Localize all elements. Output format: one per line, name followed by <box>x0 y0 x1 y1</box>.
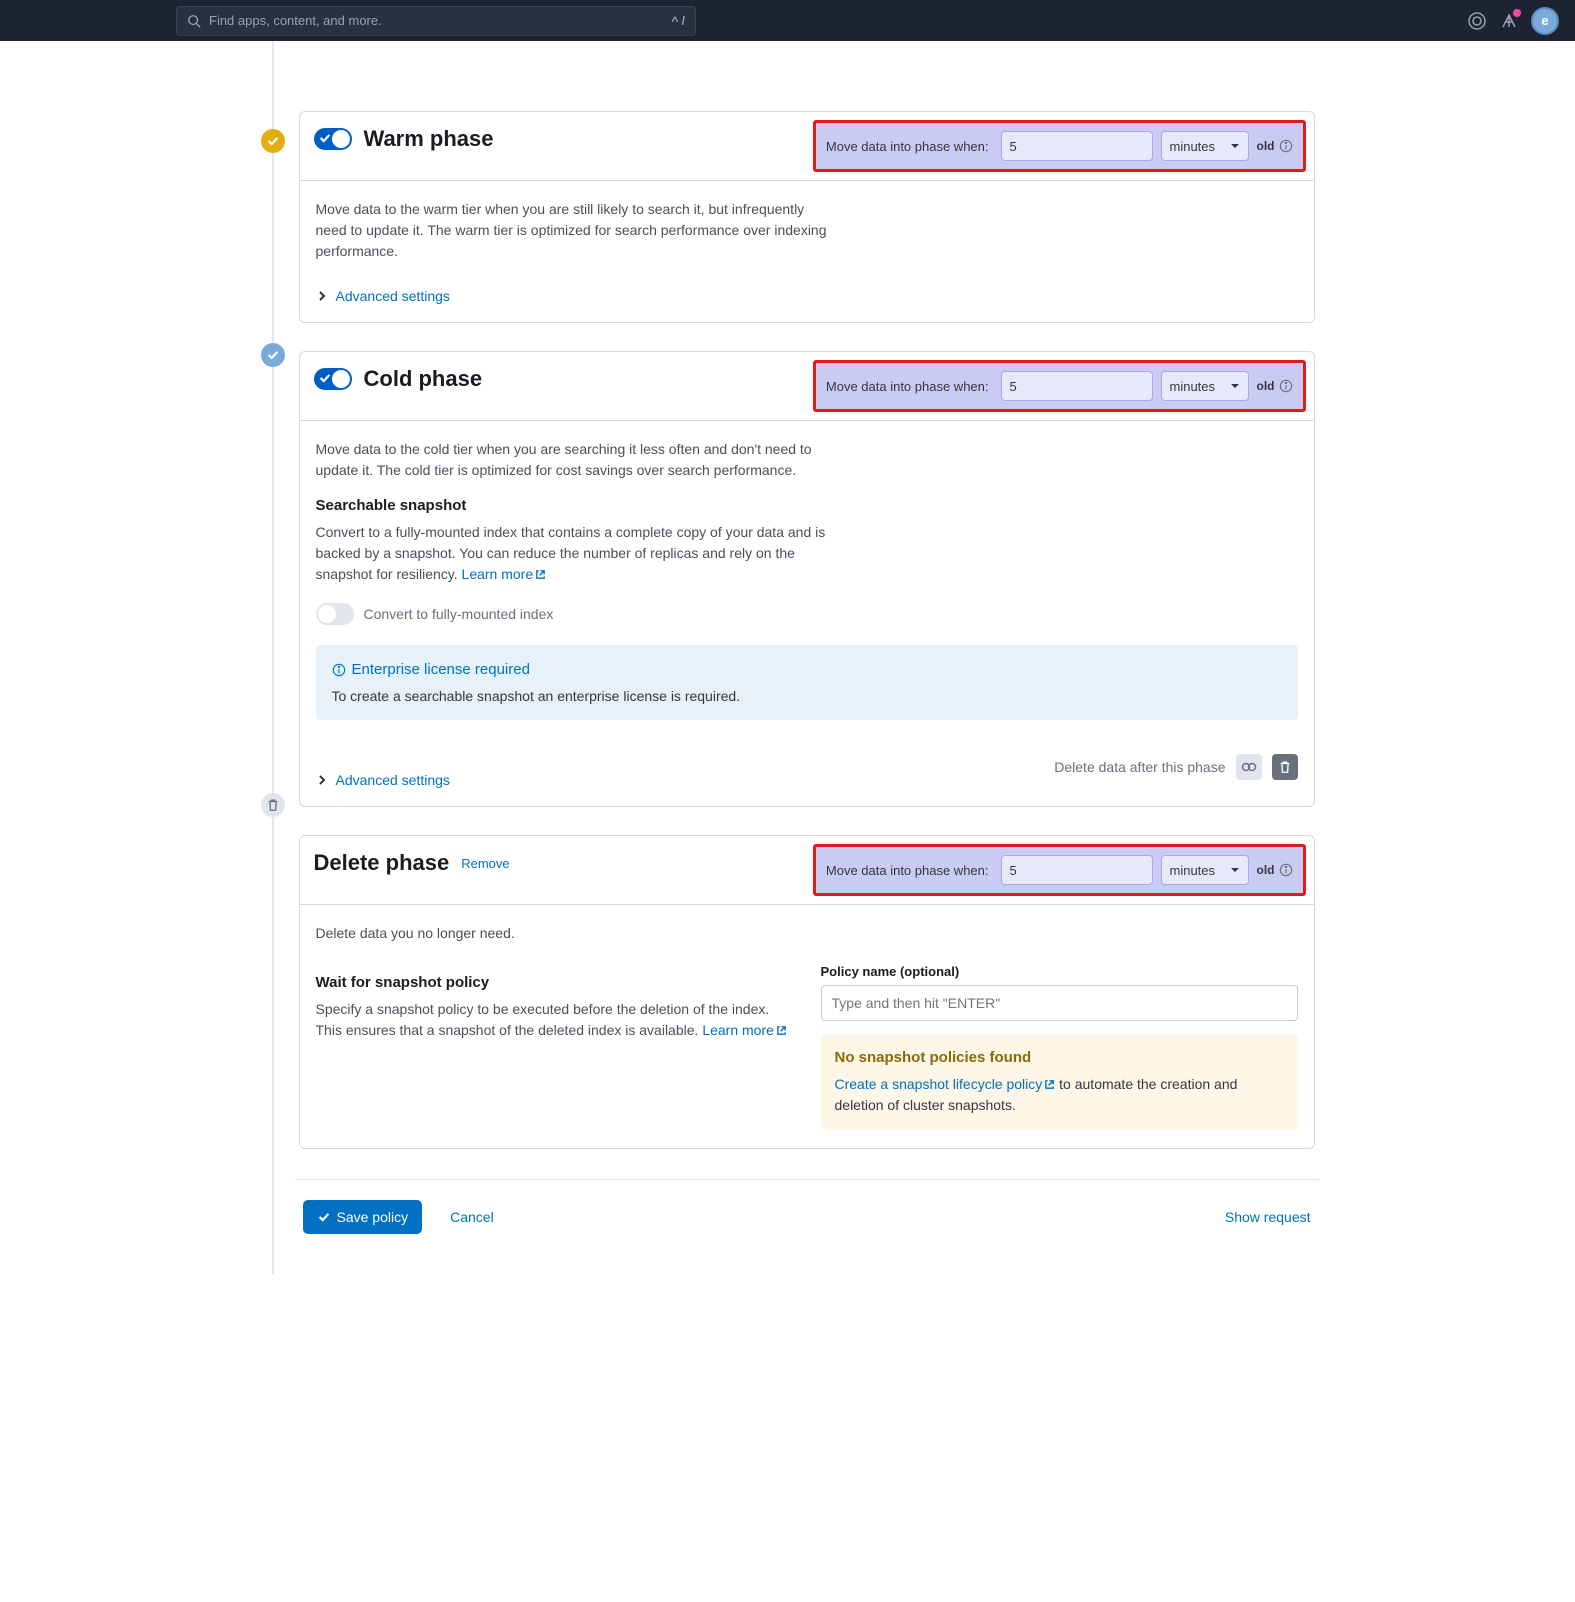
cold-unit-select[interactable]: minutes <box>1161 371 1249 401</box>
warm-adv-label: Advanced settings <box>336 288 450 304</box>
callout-title-text: Enterprise license required <box>352 661 530 678</box>
info-icon[interactable] <box>1279 863 1293 877</box>
check-icon <box>317 1210 331 1224</box>
warm-unit-label: minutes <box>1170 139 1216 154</box>
help-icon[interactable] <box>1467 11 1487 31</box>
convert-index-label: Convert to fully-mounted index <box>364 606 554 622</box>
delete-phase-card: Delete phase Remove Move data into phase… <box>299 835 1315 1149</box>
cold-advanced-settings-link[interactable]: Advanced settings <box>316 772 450 788</box>
keep-data-button[interactable] <box>1236 754 1262 780</box>
chevron-down-icon <box>1230 381 1240 391</box>
cold-adv-label: Advanced settings <box>336 772 450 788</box>
remove-delete-phase-link[interactable]: Remove <box>461 856 509 871</box>
cold-unit-label: minutes <box>1170 379 1216 394</box>
external-link-icon <box>535 569 546 580</box>
save-policy-button[interactable]: Save policy <box>303 1200 423 1234</box>
user-avatar[interactable]: e <box>1531 7 1559 35</box>
cold-phase-toggle[interactable] <box>314 368 352 390</box>
enterprise-license-callout: Enterprise license required To create a … <box>316 645 1298 720</box>
delete-move-data-box: Move data into phase when: minutes old <box>813 844 1306 896</box>
warm-phase-toggle[interactable] <box>314 128 352 150</box>
info-icon[interactable] <box>1279 379 1293 393</box>
external-link-icon <box>1044 1079 1055 1090</box>
delete-after-label: Delete data after this phase <box>1054 759 1225 775</box>
wait-snapshot-learn-more-link[interactable]: Learn more <box>702 1022 787 1038</box>
policy-name-label: Policy name (optional) <box>821 964 1298 979</box>
news-icon[interactable] <box>1499 11 1519 31</box>
policy-name-input[interactable] <box>821 985 1298 1021</box>
info-icon <box>332 663 346 677</box>
delete-unit-select[interactable]: minutes <box>1161 855 1249 885</box>
warm-phase-card: Warm phase Move data into phase when: mi… <box>299 111 1315 323</box>
warm-age-input[interactable] <box>1001 131 1153 161</box>
delete-age-input[interactable] <box>1001 855 1153 885</box>
cold-move-data-box: Move data into phase when: minutes old <box>813 360 1306 412</box>
search-icon <box>187 14 201 28</box>
search-placeholder: Find apps, content, and more. <box>209 13 663 28</box>
warm-description: Move data to the warm tier when you are … <box>316 199 836 262</box>
callout-body-text: To create a searchable snapshot an enter… <box>332 688 1282 704</box>
page-content: Warm phase Move data into phase when: mi… <box>243 41 1333 1274</box>
cold-old-label: old <box>1257 379 1275 393</box>
warm-phase-rail-icon <box>261 129 285 153</box>
searchable-snapshot-heading: Searchable snapshot <box>316 497 1298 514</box>
chevron-down-icon <box>1230 865 1240 875</box>
footer-separator <box>295 1179 1319 1180</box>
delete-data-button[interactable] <box>1272 754 1298 780</box>
no-snapshot-title: No snapshot policies found <box>835 1049 1284 1066</box>
cold-age-input[interactable] <box>1001 371 1153 401</box>
cold-phase-card: Cold phase Move data into phase when: mi… <box>299 351 1315 807</box>
top-right-actions: e <box>1467 0 1559 41</box>
convert-index-toggle-row: Convert to fully-mounted index <box>316 603 1298 625</box>
timeline-rail <box>272 41 274 1274</box>
wait-snapshot-heading: Wait for snapshot policy <box>316 974 793 991</box>
notification-dot <box>1513 9 1521 17</box>
external-link-icon <box>776 1025 787 1036</box>
kbd-hint: ^ / <box>671 14 685 28</box>
create-snapshot-policy-link[interactable]: Create a snapshot lifecycle policy <box>835 1076 1056 1092</box>
chevron-right-icon <box>316 774 328 786</box>
warm-move-label: Move data into phase when: <box>826 139 989 154</box>
page-footer: Save policy Cancel Show request <box>299 1200 1315 1234</box>
delete-phase-rail-icon <box>261 793 285 817</box>
delete-unit-label: minutes <box>1170 863 1216 878</box>
cold-move-label: Move data into phase when: <box>826 379 989 394</box>
convert-index-toggle[interactable] <box>316 603 354 625</box>
info-icon[interactable] <box>1279 139 1293 153</box>
search-wrap: Find apps, content, and more. ^ / <box>176 6 696 36</box>
delete-phase-title: Delete phase <box>314 850 450 876</box>
delete-description: Delete data you no longer need. <box>316 923 836 944</box>
wait-snapshot-desc: Specify a snapshot policy to be executed… <box>316 999 793 1041</box>
global-search-input[interactable]: Find apps, content, and more. ^ / <box>176 6 696 36</box>
delete-old-label: old <box>1257 863 1275 877</box>
chevron-right-icon <box>316 290 328 302</box>
warm-move-data-box: Move data into phase when: minutes old <box>813 120 1306 172</box>
warm-advanced-settings-link[interactable]: Advanced settings <box>316 288 1298 304</box>
delete-move-label: Move data into phase when: <box>826 863 989 878</box>
warm-unit-select[interactable]: minutes <box>1161 131 1249 161</box>
chevron-down-icon <box>1230 141 1240 151</box>
warm-phase-title: Warm phase <box>364 126 494 152</box>
cold-description: Move data to the cold tier when you are … <box>316 439 836 481</box>
cold-phase-title: Cold phase <box>364 366 483 392</box>
top-nav-bar: Find apps, content, and more. ^ / e <box>0 0 1575 41</box>
searchable-snapshot-desc: Convert to a fully-mounted index that co… <box>316 522 836 585</box>
show-request-button[interactable]: Show request <box>1225 1209 1311 1225</box>
cold-phase-rail-icon <box>261 343 285 367</box>
cancel-button[interactable]: Cancel <box>450 1209 494 1225</box>
save-policy-label: Save policy <box>337 1209 409 1225</box>
no-snapshot-policies-callout: No snapshot policies found Create a snap… <box>821 1035 1298 1130</box>
warm-old-label: old <box>1257 139 1275 153</box>
searchable-snapshot-learn-more-link[interactable]: Learn more <box>462 566 547 582</box>
